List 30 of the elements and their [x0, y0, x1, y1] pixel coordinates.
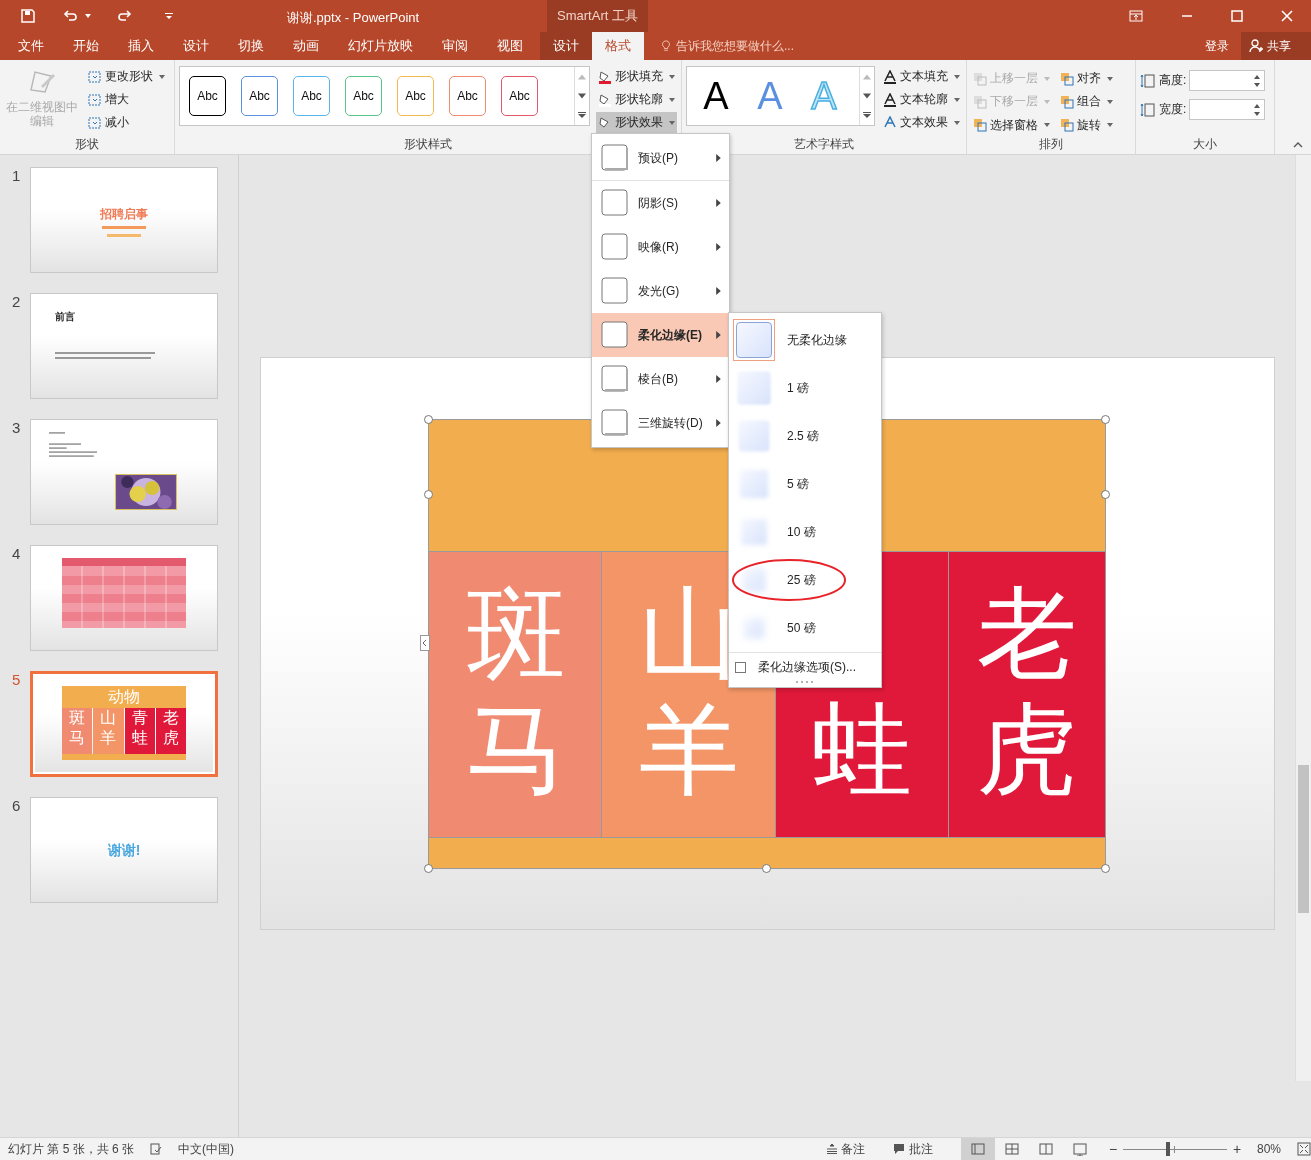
- slide-number: 6: [12, 797, 22, 816]
- cell-text: 老: [977, 576, 1077, 691]
- group-label: 排列: [1038, 136, 1064, 153]
- thumbnail-cell: 斑 马: [62, 708, 93, 754]
- cell-text: 虎: [977, 692, 1077, 807]
- group-label: 形状: [74, 136, 100, 153]
- thumbnail-cell: 山 羊: [93, 708, 124, 754]
- slide-count: 幻灯片 第 5 张，共 6 张: [8, 1140, 135, 1158]
- group-label: 艺术字样式: [793, 136, 855, 153]
- thumbnail-cell: 青 蛙: [124, 708, 155, 754]
- size-label: 高度:: [1159, 72, 1187, 89]
- group-label: 形状样式: [403, 136, 453, 153]
- context-tab-label: SmartArt 工具: [547, 0, 648, 32]
- slide-number: 4: [12, 545, 22, 564]
- cell-text: 斑: [465, 576, 566, 691]
- thumbnail-title: 谢谢!: [107, 842, 141, 860]
- cell-text: 马: [465, 692, 566, 807]
- cell-text: 蛙: [812, 692, 913, 807]
- thumbnail-cell: 老 虎: [155, 708, 186, 754]
- slide-number: 2: [12, 293, 22, 312]
- slide-number: 1: [12, 167, 22, 186]
- thumbnail-title: 动物: [62, 686, 186, 708]
- slide-number: 5: [12, 671, 22, 690]
- slide-number: 3: [12, 419, 22, 438]
- window-title: 谢谢.pptx - PowerPoint: [287, 9, 420, 27]
- size-label: 宽度:: [1159, 101, 1187, 118]
- group-label: 大小: [1192, 136, 1218, 153]
- thumbnail-title: 前言: [55, 310, 75, 324]
- cell-text: 羊: [639, 692, 739, 807]
- thumbnail-title: 招聘启事: [100, 206, 148, 223]
